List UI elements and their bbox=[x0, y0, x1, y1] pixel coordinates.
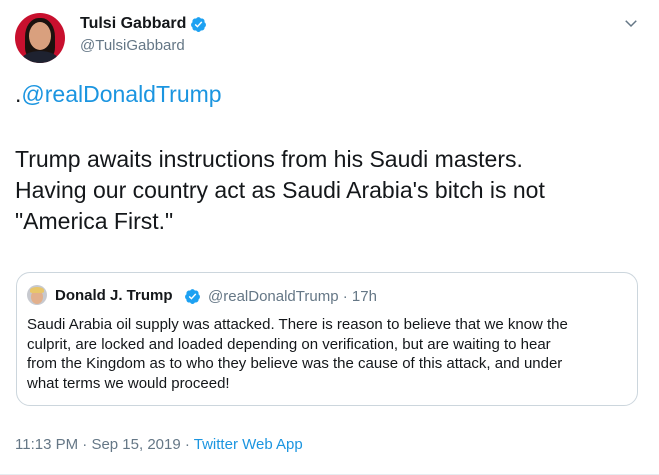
quoted-text-line: what terms we would proceed! bbox=[27, 374, 230, 392]
quoted-avatar-hair bbox=[30, 287, 44, 293]
tweet-footer-meta: 11:13 PM · Sep 15, 2019 · Twitter Web Ap… bbox=[15, 436, 303, 453]
author-display-name[interactable]: Tulsi Gabbard bbox=[80, 15, 186, 33]
quoted-text-line: Saudi Arabia oil supply was attacked. Th… bbox=[27, 316, 568, 333]
tweet-card: Tulsi Gabbard @TulsiGabbard .@realDonald… bbox=[0, 0, 659, 475]
quoted-tweet[interactable]: Donald J. Trump @realDonaldTrump · 17h S… bbox=[16, 272, 638, 406]
avatar-face bbox=[29, 22, 51, 50]
verified-badge-icon bbox=[185, 289, 200, 304]
quoted-time-ago: 17h bbox=[351, 288, 377, 305]
footer-separator: · bbox=[184, 436, 190, 453]
tweet-date[interactable]: Sep 15, 2019 bbox=[91, 436, 180, 453]
mention-link[interactable]: @realDonaldTrump bbox=[21, 81, 221, 107]
tweet-text-line: Trump awaits instructions from his Saudi… bbox=[15, 146, 523, 172]
quoted-tweet-meta: @realDonaldTrump · 17h bbox=[208, 288, 377, 305]
tweet-source-link[interactable]: Twitter Web App bbox=[194, 436, 303, 453]
tweet-text-line: "America First." bbox=[15, 208, 174, 234]
quoted-text-line: culprit, are locked and loaded depending… bbox=[27, 335, 551, 353]
quoted-author-name: Donald J. Trump bbox=[55, 287, 173, 304]
tweet-time[interactable]: 11:13 PM bbox=[15, 436, 78, 453]
quoted-text-line: from the Kingdom as to who they believe … bbox=[27, 355, 563, 372]
tweet-mention-line: .@realDonaldTrump bbox=[15, 79, 222, 109]
author-handle[interactable]: @TulsiGabbard bbox=[80, 37, 185, 54]
quoted-author-avatar bbox=[27, 285, 47, 305]
chevron-down-icon[interactable] bbox=[622, 14, 640, 32]
tweet-text: Trump awaits instructions from his Saudi… bbox=[15, 144, 645, 237]
tweet-text-line: Having our country act as Saudi Arabia's… bbox=[15, 177, 545, 203]
verified-badge-icon bbox=[191, 17, 206, 32]
footer-separator: · bbox=[82, 436, 88, 453]
meta-separator: · bbox=[342, 288, 348, 305]
quoted-author-handle: @realDonaldTrump bbox=[208, 288, 339, 305]
author-avatar[interactable] bbox=[15, 13, 65, 63]
quoted-tweet-text: Saudi Arabia oil supply was attacked. Th… bbox=[27, 315, 627, 393]
